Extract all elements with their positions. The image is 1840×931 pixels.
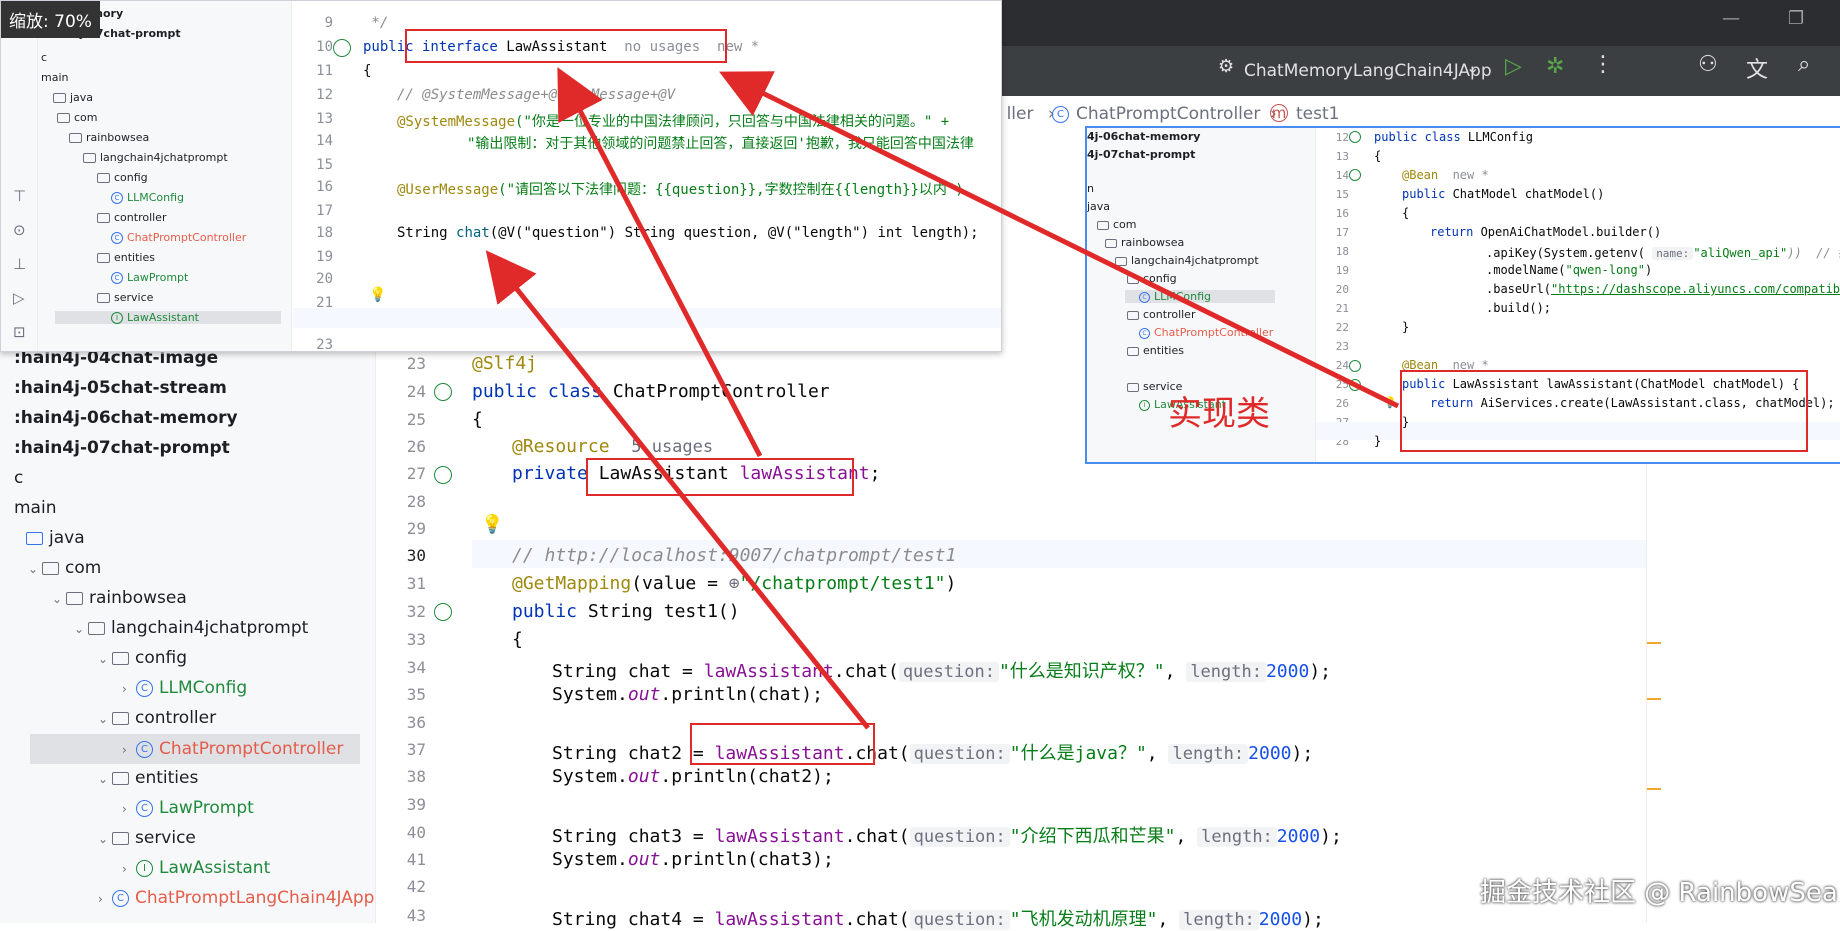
arrow-call-to-method [485, 250, 870, 730]
arrow-field-to-interface [557, 67, 763, 458]
watermark: 掘金技术社区 @ RainbowSea [1480, 878, 1838, 908]
annotation-arrows [485, 67, 1400, 730]
arrow-impl-to-interface [719, 71, 1400, 409]
